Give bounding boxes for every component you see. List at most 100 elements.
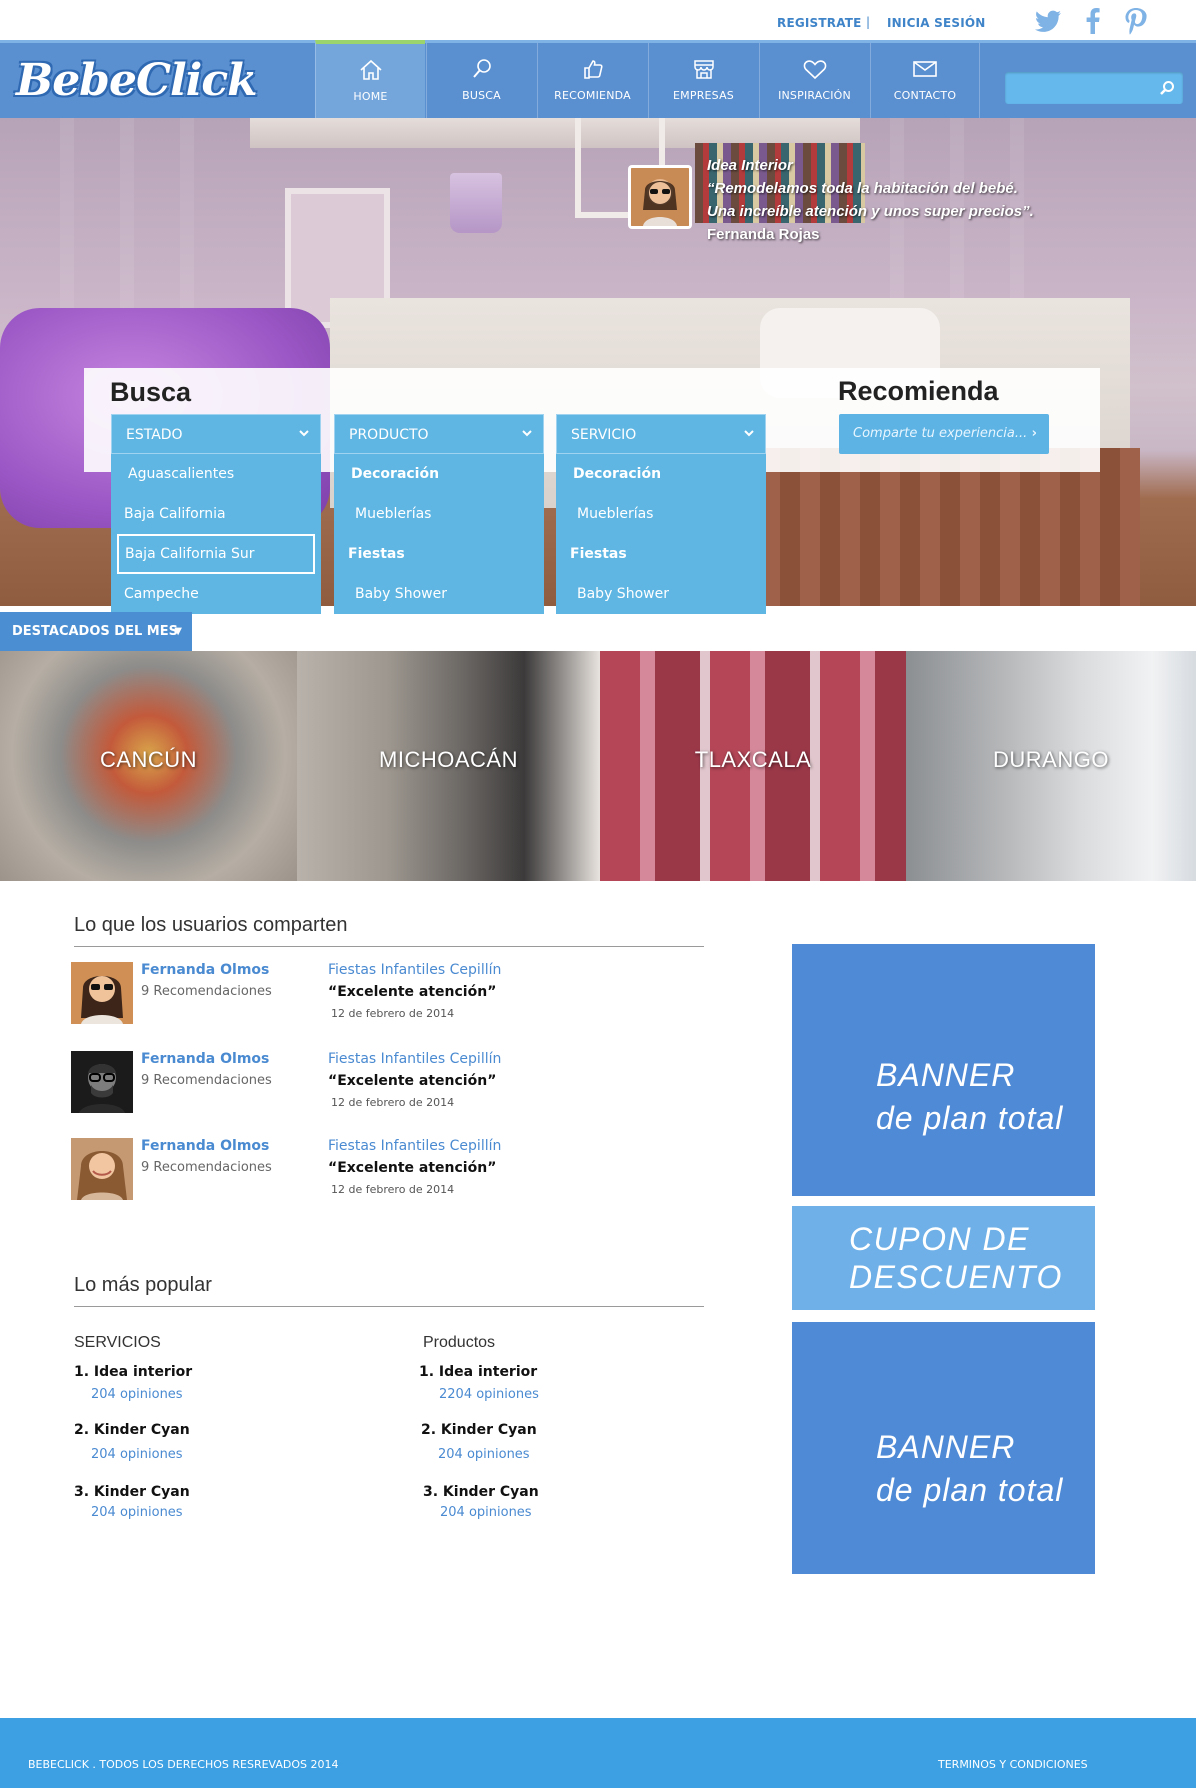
featured-tiles: CANCÚN MICHOACÁN TLAXCALA DURANGO [0,651,1196,881]
user-recommendations: 9 Recomendaciones [141,1160,272,1175]
featured-tile-label: MICHOACÁN [379,747,518,772]
register-link[interactable]: REGISTRATE [777,16,862,30]
chevron-right-icon: › [1031,426,1037,441]
search-input[interactable] [1011,77,1151,99]
producto-option[interactable]: Decoración [334,454,544,494]
featured-tile[interactable]: TLAXCALA [600,651,906,881]
popular-item-opinions[interactable]: 204 opiniones [440,1505,532,1520]
nav-label: INSPIRACIÓN [778,89,851,102]
divider [74,946,704,947]
logo[interactable]: BebeClick [16,55,258,106]
banner-ad[interactable]: BANNER de plan total [792,944,1095,1196]
nav-item-home[interactable]: HOME [315,40,425,118]
popular-item-name[interactable]: 1. Idea interior [74,1364,192,1380]
producto-dropdown-head[interactable]: PRODUCTO [334,414,544,454]
nav-label: EMPRESAS [673,89,734,102]
twitter-icon[interactable] [1034,6,1064,36]
servicio-option[interactable]: Decoración [556,454,766,494]
avatar[interactable] [71,1051,133,1113]
servicio-option[interactable]: Mueblerías [556,494,766,534]
search-icon[interactable] [1159,80,1175,96]
thumbs-up-icon [583,60,603,79]
top-separator: | [866,15,871,29]
chevron-down-icon [299,430,309,437]
business-link[interactable]: Fiestas Infantiles Cepillín [328,1051,501,1067]
producto-option[interactable]: Mueblerías [334,494,544,534]
busca-title: Busca [110,377,192,407]
popular-item-name[interactable]: 1. Idea interior [419,1364,537,1380]
producto-dropdown[interactable]: PRODUCTO Decoración Mueblerías Fiestas B… [334,414,544,614]
share-experience-button[interactable]: Comparte tu experiencia... › [839,414,1049,454]
user-name-link[interactable]: Fernanda Olmos [141,1051,269,1067]
servicio-option[interactable]: Fiestas [556,534,766,574]
review-quote: “Excelente atención” [328,984,497,1000]
heart-icon [803,60,826,80]
nav-item-contacto[interactable]: CONTACTO [870,43,980,118]
facebook-icon[interactable] [1078,6,1108,36]
estado-option-selected[interactable]: Baja California Sur [117,534,315,574]
popular-item-opinions[interactable]: 2204 opiniones [439,1387,539,1402]
nav-item-recomienda[interactable]: RECOMIENDA [537,43,647,118]
popular-item-name[interactable]: 2. Kinder Cyan [421,1422,537,1438]
estado-option[interactable]: Campeche [111,574,321,614]
header-search [1005,72,1183,104]
servicio-dropdown-head[interactable]: SERVICIO [556,414,766,454]
banner-ad[interactable]: BANNER de plan total [792,1322,1095,1574]
nav-label: CONTACTO [893,89,957,102]
nav-item-inspiracion[interactable]: INSPIRACIÓN [759,43,869,118]
featured-tile-label: DURANGO [993,747,1109,772]
banner-text: de plan total [876,1472,1064,1508]
nav-item-busca[interactable]: BUSCA [426,43,536,118]
terms-link[interactable]: TERMINOS Y CONDICIONES [938,1758,1088,1771]
coupon-text: DESCUENTO [849,1259,1063,1295]
share-item: Fernanda Olmos 9 Recomendaciones Fiestas… [70,1138,710,1210]
popular-item-opinions[interactable]: 204 opiniones [91,1505,183,1520]
popular-item-name[interactable]: 3. Kinder Cyan [74,1484,190,1500]
testimonial-line: “Remodelamos toda la habitación del bebé… [707,180,1018,197]
testimonial-author: Fernanda Rojas [707,226,820,243]
login-link[interactable]: INICIA SESIÓN [887,16,986,30]
estado-option[interactable]: Baja California [111,494,321,534]
nav-label: BUSCA [462,89,501,102]
servicio-dropdown[interactable]: SERVICIO Decoración Mueblerías Fiestas B… [556,414,766,614]
user-name-link[interactable]: Fernanda Olmos [141,962,269,978]
producto-option[interactable]: Baby Shower [334,574,544,614]
review-date: 12 de febrero de 2014 [331,1183,455,1196]
productos-heading: Productos [423,1334,496,1351]
recomienda-title: Recomienda [838,376,999,406]
business-link[interactable]: Fiestas Infantiles Cepillín [328,1138,501,1154]
popular-item-opinions[interactable]: 204 opiniones [91,1387,183,1402]
chevron-down-icon [744,430,754,437]
nav-item-empresas[interactable]: EMPRESAS [648,43,758,118]
popular-item-opinions[interactable]: 204 opiniones [438,1447,530,1462]
destacados-tab[interactable]: DESTACADOS DEL MES ▼ [0,612,192,652]
popular-title: Lo más popular [74,1274,212,1296]
business-link[interactable]: Fiestas Infantiles Cepillín [328,962,501,978]
popular-item-name[interactable]: 3. Kinder Cyan [423,1484,539,1500]
pinterest-icon[interactable] [1121,6,1151,36]
coupon-text: CUPON DE [849,1221,1030,1257]
coupon-ad[interactable]: CUPON DE DESCUENTO [792,1206,1095,1310]
estado-dropdown[interactable]: ESTADO Aguascalientes Baja California Ba… [111,414,321,614]
quote-avatar [628,165,692,229]
estado-option[interactable]: Aguascalientes [111,454,321,494]
producto-option[interactable]: Fiestas [334,534,544,574]
avatar[interactable] [71,1138,133,1200]
featured-tile[interactable]: MICHOACÁN [297,651,600,881]
popular-item-opinions[interactable]: 204 opiniones [91,1447,183,1462]
footer: BEBECLICK . TODOS LOS DERECHOS RESREVADO… [0,1718,1196,1788]
featured-tile[interactable]: DURANGO [906,651,1196,881]
servicio-option[interactable]: Baby Shower [556,574,766,614]
search-icon [472,59,491,78]
featured-tile[interactable]: CANCÚN [0,651,297,881]
testimonial-company: Idea Interior [707,157,793,174]
testimonial: Idea Interior “Remodelamos toda la habit… [707,154,1034,246]
banner-text: BANNER [876,1429,1016,1465]
avatar[interactable] [71,962,133,1024]
testimonial-line: Una increíble atención y unos super prec… [707,203,1034,220]
user-name-link[interactable]: Fernanda Olmos [141,1138,269,1154]
home-icon [359,59,382,80]
popular-item-name[interactable]: 2. Kinder Cyan [74,1422,190,1438]
featured-tile-label: CANCÚN [99,747,198,772]
estado-dropdown-head[interactable]: ESTADO [111,414,321,454]
